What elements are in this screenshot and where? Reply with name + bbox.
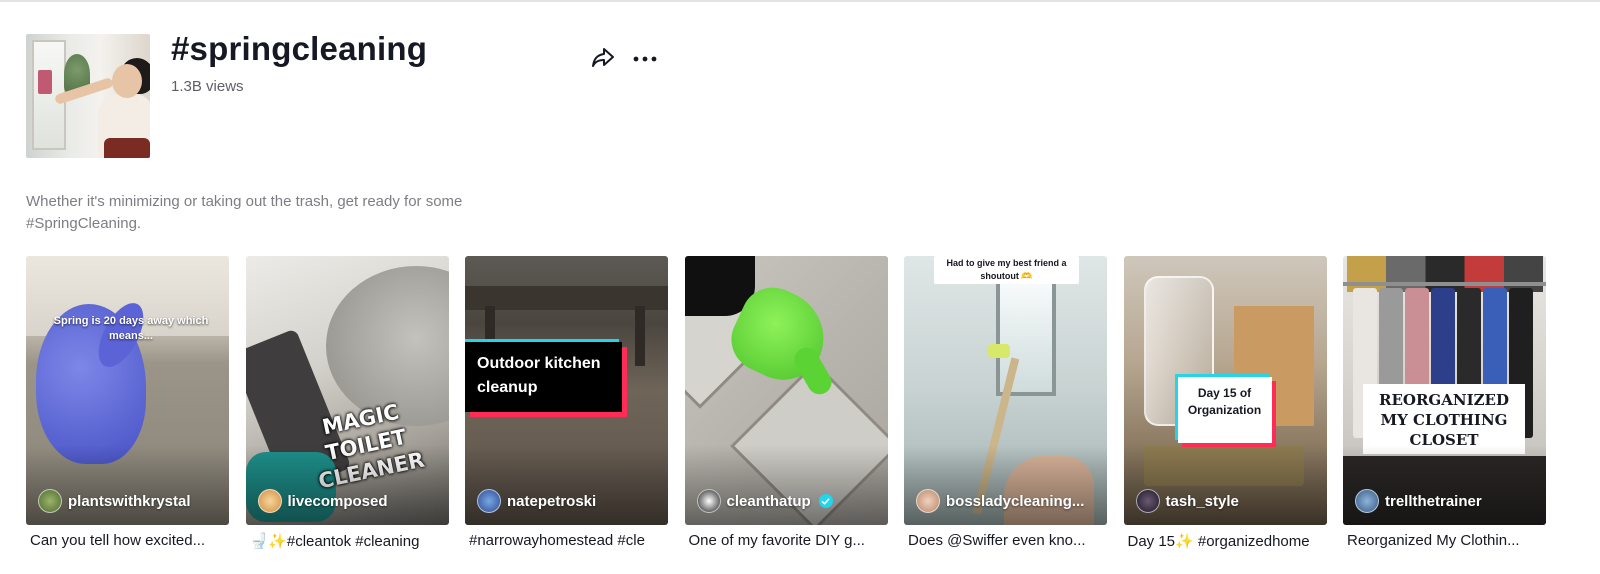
video-author[interactable]: livecomposed: [257, 489, 388, 513]
hashtag-title: #springcleaning: [171, 30, 428, 67]
author-name: cleanthatup: [726, 492, 811, 510]
video-card[interactable]: MAGIC TOILET CLEANER livecomposed 🚽✨#cle…: [245, 256, 449, 550]
hashtag-description: Whether it's minimizing or taking out th…: [26, 193, 463, 232]
avatar: [916, 489, 940, 513]
avatar: [257, 489, 282, 513]
video-overlay-text: Outdoor kitchen cleanup: [477, 355, 601, 396]
hashtag-cover-image: [26, 34, 150, 158]
video-overlay-text: Day 15 of Organization: [1187, 386, 1262, 417]
video-author[interactable]: trellthetrainer: [1355, 489, 1482, 513]
video-overlay-text: Had to give my best friend a shoutout 🫶: [934, 256, 1079, 284]
author-name: bossladycleaning...: [946, 492, 1085, 510]
video-thumbnail[interactable]: Spring is 20 days away which means... pl…: [26, 256, 229, 525]
video-grid: Spring is 20 days away which means... pl…: [26, 256, 1548, 556]
more-options-button[interactable]: [630, 44, 660, 74]
avatar: [696, 489, 721, 513]
author-name: trellthetrainer: [1385, 492, 1482, 510]
video-caption[interactable]: 🚽✨#cleantok #cleaning: [246, 532, 449, 550]
video-thumbnail[interactable]: Outdoor kitchen cleanup natepetroski: [465, 256, 668, 525]
video-card[interactable]: Day 15 of Organization tash_style Day 15…: [1123, 256, 1327, 550]
video-author[interactable]: plantswithkrystal: [38, 489, 191, 513]
video-overlay-text: REORGANIZED MY CLOTHING CLOSET: [1379, 391, 1509, 449]
author-name: natepetroski: [507, 492, 597, 510]
video-caption[interactable]: One of my favorite DIY g...: [685, 532, 888, 549]
video-overlay-text: Spring is 20 days away which means...: [53, 315, 209, 342]
video-card[interactable]: Outdoor kitchen cleanup natepetroski #na…: [465, 256, 668, 549]
avatar: [1135, 489, 1160, 513]
video-author[interactable]: cleanthatup: [696, 489, 833, 513]
video-card[interactable]: cleanthatup One of my favorite DIY g...: [684, 256, 888, 549]
video-thumbnail[interactable]: MAGIC TOILET CLEANER livecomposed: [245, 256, 449, 525]
share-icon: [591, 45, 615, 74]
author-name: livecomposed: [287, 492, 388, 510]
video-thumbnail[interactable]: cleanthatup: [684, 256, 888, 525]
video-author[interactable]: natepetroski: [477, 489, 596, 513]
video-caption[interactable]: Does @Swiffer even kno...: [904, 532, 1107, 549]
share-button[interactable]: [588, 44, 618, 74]
avatar: [477, 489, 501, 513]
more-icon: [633, 50, 657, 68]
author-name: tash_style: [1165, 492, 1239, 510]
top-divider: [0, 0, 1600, 2]
verified-badge-icon: [818, 494, 833, 508]
video-author[interactable]: bossladycleaning...: [916, 489, 1084, 513]
video-thumbnail[interactable]: Had to give my best friend a shoutout 🫶 …: [904, 256, 1107, 525]
video-caption[interactable]: Day 15✨ #organizedhome: [1124, 532, 1327, 550]
author-name: plantswithkrystal: [68, 492, 191, 510]
video-thumbnail[interactable]: Day 15 of Organization tash_style: [1123, 256, 1327, 525]
video-card[interactable]: REORGANIZED MY CLOTHING CLOSET trellthet…: [1343, 256, 1546, 549]
video-caption[interactable]: Reorganized My Clothin...: [1343, 532, 1546, 549]
video-author[interactable]: tash_style: [1135, 489, 1239, 513]
avatar: [38, 489, 62, 513]
video-card[interactable]: Spring is 20 days away which means... pl…: [26, 256, 229, 549]
video-caption[interactable]: Can you tell how excited...: [26, 532, 229, 549]
video-card[interactable]: Had to give my best friend a shoutout 🫶 …: [904, 256, 1107, 549]
avatar: [1355, 489, 1379, 513]
video-caption[interactable]: #narrowayhomestead #cle: [465, 532, 668, 549]
video-thumbnail[interactable]: REORGANIZED MY CLOTHING CLOSET trellthet…: [1343, 256, 1546, 525]
hashtag-views: 1.3B views: [171, 78, 244, 95]
